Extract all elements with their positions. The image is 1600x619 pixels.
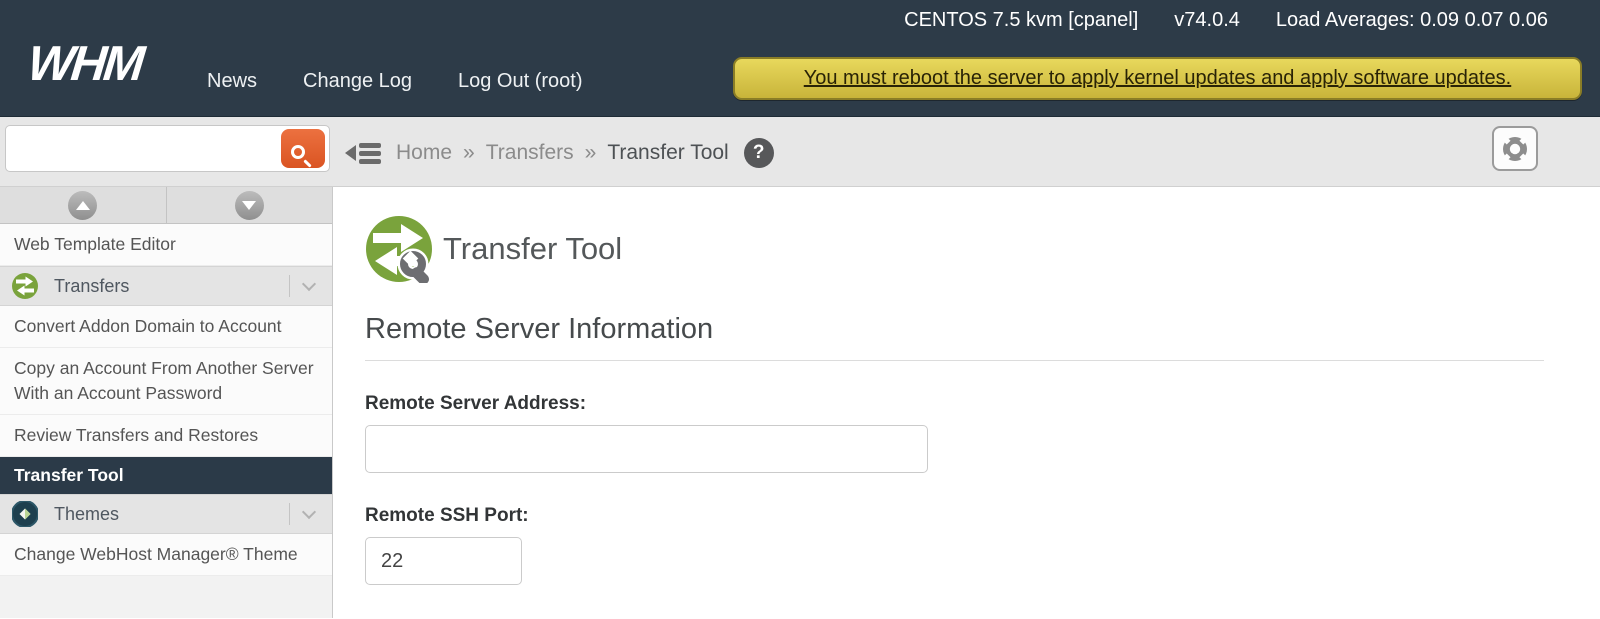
search-icon (291, 145, 305, 159)
support-button[interactable] (1492, 126, 1538, 171)
top-header: CENTOS 7.5 kvm [cpanel] v74.0.4 Load Ave… (0, 0, 1600, 117)
search-input[interactable] (6, 126, 276, 171)
breadcrumb-home[interactable]: Home (396, 141, 452, 165)
sidebar-group-themes[interactable]: Themes (0, 494, 332, 534)
remote-ssh-port-input[interactable] (365, 537, 522, 585)
sidebar-item-copy-account[interactable]: Copy an Account From Another Server With… (0, 348, 332, 415)
breadcrumb-transfers[interactable]: Transfers (486, 141, 574, 165)
divider (289, 275, 290, 297)
sidebar-item-transfer-tool[interactable]: Transfer Tool (0, 457, 332, 494)
sidebar: Web Template Editor Transfers Convert Ad… (0, 187, 333, 618)
breadcrumb-separator: » (585, 141, 597, 165)
reboot-warning-link[interactable]: You must reboot the server to apply kern… (804, 67, 1511, 90)
reboot-warning-banner[interactable]: You must reboot the server to apply kern… (733, 57, 1582, 100)
nav-item-news[interactable]: News (207, 70, 257, 93)
sidebar-group-transfers[interactable]: Transfers (0, 266, 332, 306)
breadcrumb: Home » Transfers » Transfer Tool ? (396, 138, 774, 168)
sidebar-group-label: Transfers (54, 276, 129, 297)
sidebar-scroll-down-button[interactable] (167, 187, 333, 223)
page-title-row: Transfer Tool (365, 215, 1600, 283)
header-nav: News Change Log Log Out (root) (207, 70, 583, 93)
server-status-row: CENTOS 7.5 kvm [cpanel] v74.0.4 Load Ave… (904, 9, 1548, 32)
sidebar-scroll-up-button[interactable] (0, 187, 167, 223)
transfer-arrows-icon (12, 273, 38, 299)
page-body: Web Template Editor Transfers Convert Ad… (0, 187, 1600, 618)
nav-item-log-out[interactable]: Log Out (root) (458, 70, 583, 93)
system-info: CENTOS 7.5 kvm [cpanel] (904, 9, 1138, 32)
sidebar-item-convert-addon-domain[interactable]: Convert Addon Domain to Account (0, 306, 332, 348)
breadcrumb-current-page: Transfer Tool (607, 141, 728, 165)
sidebar-item-web-template-editor[interactable]: Web Template Editor (0, 224, 332, 266)
sidebar-scroll-controls (0, 187, 332, 224)
nav-item-change-log[interactable]: Change Log (303, 70, 412, 93)
divider (289, 503, 290, 525)
load-averages: Load Averages: 0.09 0.07 0.06 (1276, 9, 1548, 32)
whm-version: v74.0.4 (1174, 9, 1240, 32)
breadcrumb-bar: Home » Transfers » Transfer Tool ? (0, 117, 1600, 187)
section-title: Remote Server Information (365, 313, 1544, 361)
sidebar-item-change-whm-theme[interactable]: Change WebHost Manager® Theme (0, 534, 332, 576)
breadcrumb-separator: » (463, 141, 475, 165)
help-icon[interactable]: ? (744, 138, 774, 168)
transfer-tool-icon (365, 215, 433, 283)
collapse-sidebar-button[interactable] (344, 140, 384, 166)
page-title: Transfer Tool (443, 231, 622, 267)
scroll-up-icon (68, 191, 97, 220)
life-ring-icon (1500, 134, 1530, 164)
remote-ssh-port-label: Remote SSH Port: (365, 505, 1600, 527)
collapse-sidebar-icon (345, 140, 383, 166)
whm-logo[interactable]: WHM (25, 36, 144, 92)
chevron-down-icon[interactable] (302, 277, 316, 291)
main-content: Transfer Tool Remote Server Information … (333, 187, 1600, 618)
sidebar-search-box (5, 125, 330, 172)
search-button[interactable] (281, 129, 325, 168)
sidebar-group-label: Themes (54, 504, 119, 525)
chevron-down-icon[interactable] (302, 505, 316, 519)
sidebar-item-review-transfers[interactable]: Review Transfers and Restores (0, 415, 332, 457)
remote-server-address-input[interactable] (365, 425, 928, 473)
scroll-down-icon (235, 191, 264, 220)
themes-icon (12, 501, 38, 527)
remote-server-address-label: Remote Server Address: (365, 393, 1600, 415)
